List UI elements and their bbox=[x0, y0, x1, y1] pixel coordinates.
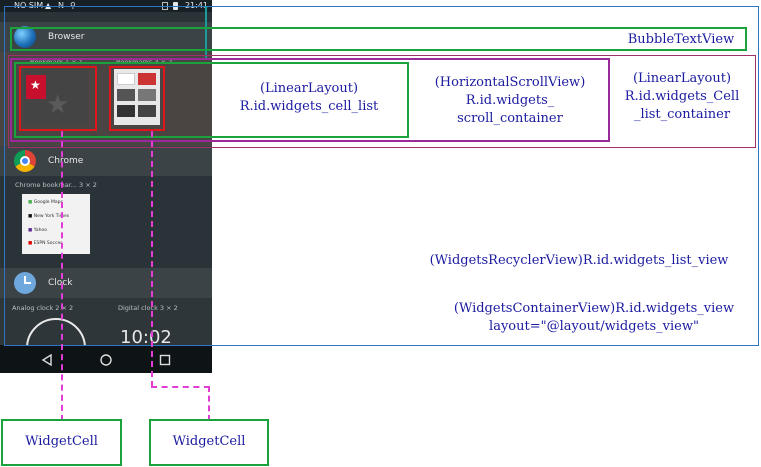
widget-label-chrome-bookmarks: Chrome bookmar... 3 × 2 bbox=[15, 181, 97, 189]
app-name-chrome: Chrome bbox=[48, 156, 84, 166]
warning-icon: ▲ bbox=[45, 1, 52, 10]
label-linear-layout-cell-list: (LinearLayout) R.id.widgets_cell_list bbox=[239, 81, 379, 114]
star-icon: ★ bbox=[46, 90, 70, 120]
widget-label-bookmarks: Bookmarks 3 × 2 bbox=[116, 58, 173, 66]
clock-header: Clock bbox=[0, 268, 212, 298]
chrome-bookmarks-preview[interactable]: ■ Google Maps ■ New York Times ■ Yahoo ■… bbox=[22, 194, 90, 254]
recents-icon[interactable] bbox=[158, 353, 172, 367]
status-bar: NO SIM ▲ N ⚲ 21:41 bbox=[0, 0, 212, 12]
connector-line-left bbox=[61, 131, 63, 421]
browser-header: Browser bbox=[0, 22, 212, 52]
widget-label-digital-clock: Digital clock 3 × 2 bbox=[118, 304, 178, 312]
label-widget-cell-left: WidgetCell bbox=[25, 434, 98, 449]
globe-icon bbox=[14, 26, 36, 48]
app-name-browser: Browser bbox=[48, 32, 85, 42]
battery-icon bbox=[173, 2, 178, 10]
label-bubble-text-view: BubbleTextView bbox=[627, 32, 735, 47]
n-icon: N bbox=[58, 1, 64, 10]
label-horizontal-scroll-view: (HorizontalScrollView) R.id.widgets_ scr… bbox=[434, 75, 586, 126]
widget-label-bookmark: Bookmark 1 × 1 bbox=[30, 58, 83, 66]
connector-line-right-drop bbox=[208, 386, 210, 421]
connector-line-right-vertical bbox=[151, 131, 153, 387]
bookmark-icon: ★ bbox=[26, 75, 46, 99]
label-widget-cell-right: WidgetCell bbox=[172, 434, 246, 449]
usb-icon: ⚲ bbox=[70, 1, 76, 10]
chrome-bm-item: ■ ESPN Soccer bbox=[28, 241, 63, 246]
chrome-icon bbox=[14, 150, 36, 172]
phone-screenshot: NO SIM ▲ N ⚲ 21:41 Browser Bookmark 1 × … bbox=[0, 0, 212, 373]
carrier-text: NO SIM bbox=[14, 1, 44, 10]
clock-text: 21:41 bbox=[184, 1, 208, 10]
label-linear-layout-cell-list-container: (LinearLayout) R.id.widgets_Cell _list_c… bbox=[624, 71, 740, 122]
back-icon[interactable] bbox=[40, 353, 54, 367]
widget-label-analog-clock: Analog clock 2 × 2 bbox=[12, 304, 74, 312]
bookmarks-widget-preview[interactable] bbox=[114, 69, 160, 125]
browser-widget-row[interactable]: Bookmark 1 × 1 Bookmarks 3 × 2 ★ ★ bbox=[0, 52, 212, 150]
connector-line-right-horizontal bbox=[151, 386, 210, 388]
clock-widget-row[interactable]: Analog clock 2 × 2 Digital clock 3 × 2 1… bbox=[0, 298, 212, 373]
clock-icon bbox=[14, 272, 36, 294]
no-sim-icon bbox=[162, 2, 168, 10]
chrome-header: Chrome bbox=[0, 146, 212, 176]
label-widgets-recycler-view: (WidgetsRecyclerView)R.id.widgets_list_v… bbox=[429, 253, 729, 268]
bookmark-widget-preview[interactable]: ★ ★ bbox=[24, 69, 88, 125]
chrome-bm-item: ■ Yahoo bbox=[28, 228, 47, 233]
navigation-bar bbox=[0, 345, 212, 373]
widgets-screen[interactable]: Browser Bookmark 1 × 1 Bookmarks 3 × 2 ★… bbox=[0, 12, 212, 373]
label-widgets-container-view: (WidgetsContainerView)R.id.widgets_view … bbox=[453, 301, 735, 334]
home-icon[interactable] bbox=[99, 353, 113, 367]
chrome-bm-item: ■ Google Maps bbox=[28, 200, 63, 205]
